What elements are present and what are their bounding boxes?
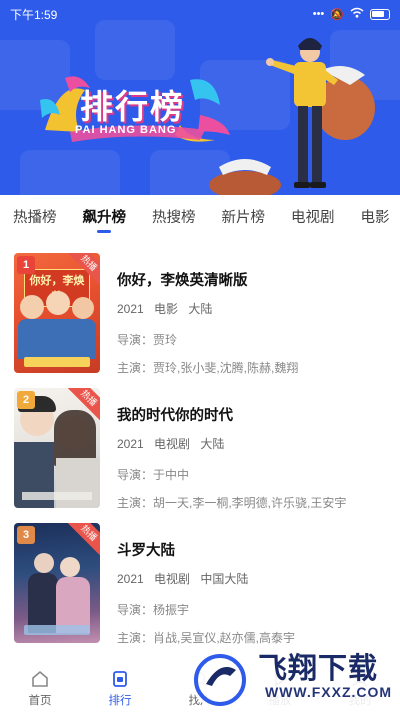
item-region: 大陆 (188, 302, 213, 316)
poster-caption-bar (24, 625, 90, 635)
item-title[interactable]: 你好，李焕英清晰版 (117, 269, 298, 290)
item-type: 电影 (154, 302, 179, 316)
item-year: 2021 (117, 302, 144, 316)
item-title[interactable]: 我的时代你的时代 (117, 404, 346, 425)
more-dots-icon: ••• (312, 8, 325, 20)
poster-caption-bar (24, 357, 90, 367)
status-time: 下午1:59 (10, 7, 58, 22)
ranking-icon (113, 670, 127, 687)
poster-caption-bar (22, 492, 92, 500)
basket-graphic (209, 159, 281, 195)
item-year: 2021 (117, 572, 144, 586)
rank-badge: 2 (17, 391, 35, 409)
list-item[interactable]: 2 热播 我的时代你的时代 2021 电视剧 大陆 导演：于中中 主演：胡一天,… (0, 380, 400, 515)
poster-figures (18, 319, 96, 359)
item-title[interactable]: 斗罗大陆 (117, 539, 295, 560)
item-meta: 2021 电视剧 中国大陆 (117, 570, 295, 587)
item-actors: 主演：胡一天,李一桐,李明德,许乐骁,王安宇 (117, 496, 347, 510)
item-director: 导演：于中中 (117, 468, 190, 482)
nav-ranking[interactable]: 排行 (90, 669, 150, 708)
nav-label: 首页 (28, 694, 52, 707)
tab-rising[interactable]: 飙升榜 (70, 207, 140, 233)
wifi-icon (350, 7, 364, 21)
poster-image[interactable]: 3 热播 (14, 523, 100, 643)
banner-title: 排行榜 (80, 88, 185, 125)
tab-hot-play[interactable]: 热播榜 (0, 207, 70, 233)
status-bar: 下午1:59 ••• 🔕 (0, 0, 400, 28)
rank-badge: 1 (17, 256, 35, 274)
battery-icon (370, 8, 390, 20)
poster-face (60, 557, 80, 577)
list-item[interactable]: 3 热播 斗罗大陆 2021 电视剧 中国大陆 导演：杨振宇 主演：肖战,吴宣仪… (0, 515, 400, 650)
poster-image[interactable]: 2 热播 (14, 388, 100, 508)
item-type: 电视剧 (154, 572, 191, 586)
item-actors: 主演：贾玲,张小斐,沈腾,陈赫,魏翔 (117, 361, 299, 375)
poster-image[interactable]: 1 热播 你好，李焕英 (14, 253, 100, 373)
poster-face (20, 295, 44, 319)
hot-corner-badge: 热播 (65, 523, 100, 557)
nav-home[interactable]: 首页 (10, 669, 70, 708)
item-director: 导演：贾玲 (117, 333, 178, 347)
ranking-list: 1 热播 你好，李焕英 你好，李焕英清晰版 2021 电影 大陆 导演：贾玲 主… (0, 245, 400, 650)
tab-tv-series[interactable]: 电视剧 (278, 207, 348, 233)
item-region: 大陆 (200, 437, 225, 451)
nav-label: 排行 (108, 694, 132, 707)
banner: 下午1:59 ••• 🔕 排行榜 PAI HANG BANG (0, 0, 400, 195)
poster-face (46, 291, 70, 315)
item-region: 中国大陆 (200, 572, 249, 586)
tab-movie[interactable]: 电影 (348, 207, 400, 233)
banner-subtitle: PAI HANG BANG (75, 124, 177, 136)
tab-hot-search[interactable]: 热搜榜 (139, 207, 209, 233)
poster-figures (56, 458, 100, 508)
item-meta: 2021 电视剧 大陆 (117, 435, 346, 452)
item-year: 2021 (117, 437, 144, 451)
poster-face (34, 553, 54, 573)
mute-icon: 🔕 (330, 8, 344, 21)
poster-face (72, 297, 94, 319)
poster-figures (28, 573, 58, 633)
watermark-url: WWW.FXXZ.COM (265, 684, 393, 700)
home-icon (32, 670, 48, 687)
list-item[interactable]: 1 热播 你好，李焕英 你好，李焕英清晰版 2021 电影 大陆 导演：贾玲 主… (0, 245, 400, 380)
category-tabs: 热播榜 飙升榜 热搜榜 新片榜 电视剧 电影 (0, 207, 400, 237)
item-meta: 2021 电影 大陆 (117, 300, 298, 317)
item-director: 导演：杨振宇 (117, 603, 190, 617)
watermark-title: 飞翔下载 (258, 653, 379, 685)
tab-new-release[interactable]: 新片榜 (209, 207, 279, 233)
rank-badge: 3 (17, 526, 35, 544)
item-type: 电视剧 (154, 437, 191, 451)
